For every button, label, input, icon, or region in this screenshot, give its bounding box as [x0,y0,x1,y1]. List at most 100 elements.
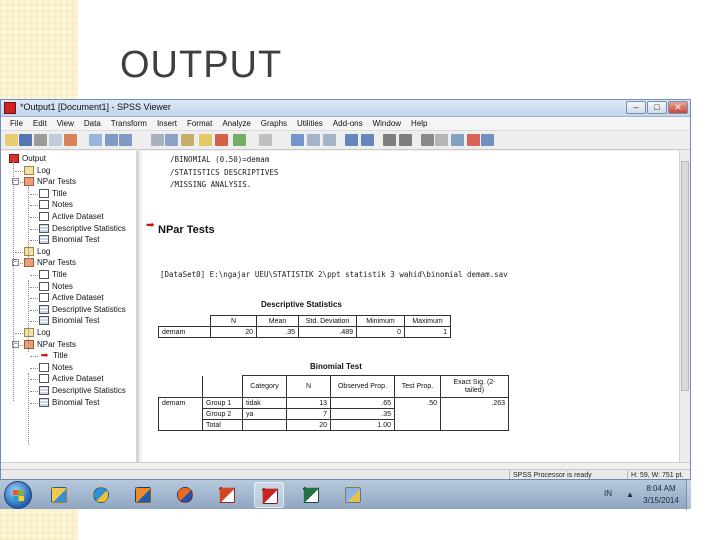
outline-item[interactable]: Log [24,165,50,176]
outline-item[interactable]: Active Dataset [39,211,104,222]
language-indicator[interactable]: IN [604,489,612,498]
spss-app-icon[interactable] [4,102,16,114]
table-cell: 7 [286,408,331,420]
pivot-icon[interactable] [451,134,464,146]
outline-item[interactable]: Binomial Test [39,397,99,408]
start-button[interactable] [4,481,32,509]
redo-icon[interactable] [119,134,132,146]
vertical-scrollbar[interactable] [679,151,690,462]
outline-item[interactable]: Binomial Test [39,315,99,326]
binomial-test-table[interactable]: Category N Observed Prop. Test Prop. Exa… [158,375,509,431]
taskbar-app-spss[interactable] [254,482,284,508]
tray-arrow-icon[interactable]: ▲ [626,490,634,499]
insert-text-icon[interactable] [307,134,320,146]
taskbar-app-firefox[interactable] [170,482,200,508]
undo-icon[interactable] [105,134,118,146]
outline-item[interactable]: NPar Tests [24,176,76,187]
menu-item[interactable]: Analyze [217,117,255,130]
goto-case-icon[interactable] [165,134,178,146]
outline-item[interactable]: Descriptive Statistics [39,223,126,234]
maximize-button[interactable]: □ [647,101,667,114]
horizontal-scrollbar[interactable] [1,462,690,469]
outline-item[interactable]: Notes [39,362,73,373]
close-button[interactable]: ✕ [668,101,688,114]
table-cell: tidak [242,397,287,409]
outline-item[interactable]: Descriptive Statistics [39,304,126,315]
table-icon [39,386,49,395]
export-icon[interactable] [64,134,77,146]
menu-item[interactable]: View [52,117,79,130]
show-desktop-button[interactable] [686,480,691,510]
outline-item[interactable]: Title [39,269,67,280]
show-icon[interactable] [421,134,434,146]
recall-dialog-icon[interactable] [89,134,102,146]
outline-item[interactable]: Active Dataset [39,373,104,384]
menu-item[interactable]: Insert [152,117,182,130]
forward-icon[interactable] [361,134,374,146]
minimize-button[interactable]: – [626,101,646,114]
outline-item[interactable]: ➡ Title [39,350,68,361]
tree-connector [15,251,23,253]
table-cell: ya [242,408,287,420]
variables-icon[interactable] [181,134,194,146]
outline-item[interactable]: Notes [39,199,73,210]
taskbar-app-media-player[interactable] [128,482,158,508]
print-preview-icon[interactable] [49,134,62,146]
navigate-icon[interactable] [259,134,272,146]
collapse-icon[interactable] [399,134,412,146]
scroll-thumb[interactable] [681,161,689,391]
table-corner [202,375,243,398]
output-content-pane: /BINOMIAL (0.50)=demam /STATISTICS DESCR… [142,151,679,462]
outline-item-label: Active Dataset [52,293,104,303]
table-cell: .65 [330,397,395,409]
outline-item[interactable]: NPar Tests [24,339,76,350]
taskbar-app-internet-explorer[interactable] [86,482,116,508]
descriptive-statistics-table[interactable]: N Mean Std. Deviation Minimum Maximum de… [158,315,451,338]
taskbar-app-windows-explorer[interactable] [44,482,74,508]
menu-item[interactable]: File [5,117,28,130]
promote-icon[interactable] [467,134,480,146]
insert-output-icon[interactable] [291,134,304,146]
outline-item[interactable]: Active Dataset [39,292,104,303]
table-cell: .489 [298,326,357,338]
back-icon[interactable] [345,134,358,146]
menu-item[interactable]: Window [368,117,406,130]
outline-item[interactable]: Output [9,153,46,164]
toolbar [1,131,690,150]
hide-icon[interactable] [435,134,448,146]
outline-item-label: Active Dataset [52,212,104,221]
system-clock[interactable]: 8:04 AM 3/15/2014 [638,483,684,507]
taskbar-app-excel[interactable] [296,482,326,508]
demote-icon[interactable] [481,134,494,146]
taskbar-app-powerpoint[interactable] [212,482,242,508]
tree-connector [28,373,29,445]
print-icon[interactable] [34,134,47,146]
table-cell [394,419,441,431]
menu-item[interactable]: Edit [28,117,52,130]
outline-item[interactable]: NPar Tests [24,257,76,268]
excel-icon [303,487,319,503]
outline-item[interactable]: Binomial Test [39,234,99,245]
table-cell [394,408,441,420]
insert-title-icon[interactable] [323,134,336,146]
outline-item[interactable]: Notes [39,281,73,292]
menu-item[interactable]: Data [79,117,106,130]
goto-data-icon[interactable] [151,134,164,146]
menu-item[interactable]: Help [406,117,432,130]
menu-item[interactable]: Graphs [256,117,292,130]
menu-item[interactable]: Transform [106,117,152,130]
taskbar-app-paint[interactable] [338,482,368,508]
find-icon[interactable] [199,134,212,146]
menu-item[interactable]: Format [182,117,217,130]
outline-item[interactable]: Descriptive Statistics [39,385,126,396]
chart-builder-icon[interactable] [215,134,228,146]
designate-window-icon[interactable] [233,134,246,146]
table-cell: 1.00 [330,419,395,431]
open-icon[interactable] [5,134,18,146]
outline-item[interactable]: Title [39,188,67,199]
save-icon[interactable] [19,134,32,146]
windows-taskbar: IN ▲ 8:04 AM 3/15/2014 [0,479,691,510]
expand-icon[interactable] [383,134,396,146]
menu-item[interactable]: Add-ons [328,117,368,130]
menu-item[interactable]: Utilities [292,117,328,130]
